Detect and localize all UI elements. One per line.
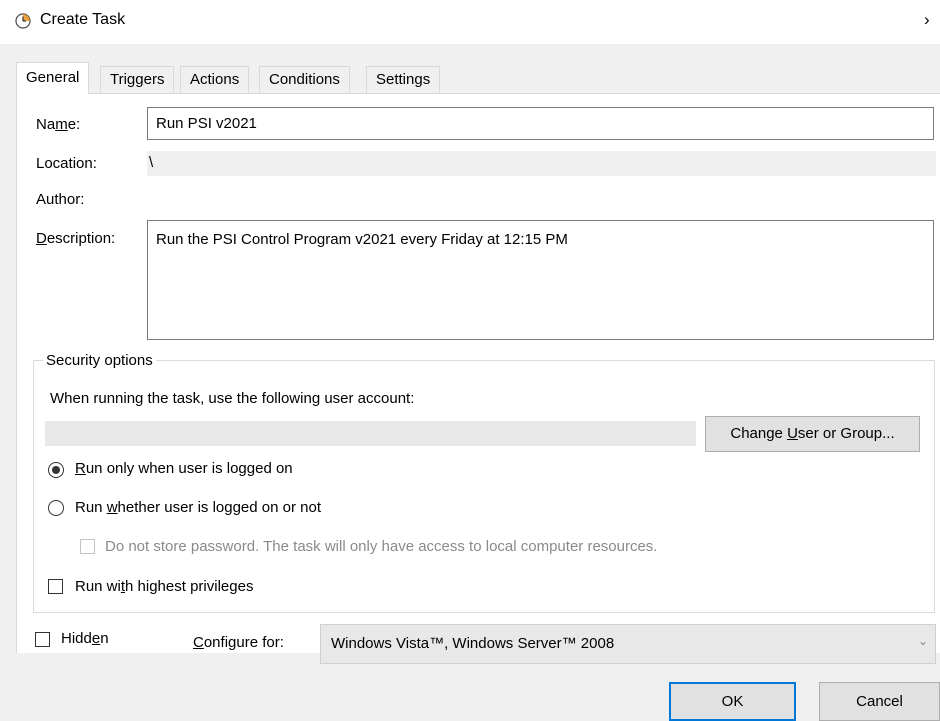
ok-button[interactable]: OK (669, 682, 796, 721)
description-field[interactable]: Run the PSI Control Program v2021 every … (147, 220, 934, 340)
tab-settings[interactable]: Settings (366, 66, 441, 93)
location-label: Location: (36, 155, 97, 172)
run-whether-logged-on-radio[interactable] (48, 500, 64, 516)
author-label: Author: (36, 191, 85, 208)
user-account-field (45, 421, 696, 446)
name-label: Name: (36, 116, 81, 133)
radio-selected-dot (52, 466, 60, 474)
account-prompt: When running the task, use the following… (50, 390, 415, 407)
configure-for-dropdown[interactable]: Windows Vista™, Windows Server™ 2008 (320, 624, 936, 664)
title-bar (0, 0, 940, 44)
configure-for-label: Configure for: (193, 634, 284, 651)
security-options-title: Security options (43, 352, 156, 369)
tab-actions[interactable]: Actions (180, 66, 250, 93)
description-label: Description: (36, 230, 116, 247)
hidden-checkbox[interactable] (35, 632, 50, 647)
run-with-highest-privileges-checkbox[interactable] (48, 579, 63, 594)
do-not-store-password-label: Do not store password. The task will onl… (105, 538, 658, 555)
chevron-down-icon: ⌄ (918, 634, 929, 648)
do-not-store-password-checkbox[interactable] (80, 539, 95, 554)
clock-icon (15, 13, 31, 29)
tab-conditions[interactable]: Conditions (259, 66, 350, 93)
run-with-highest-privileges-label: Run with highest privileges (75, 578, 254, 595)
location-value: \ (147, 151, 936, 176)
name-field[interactable]: Run PSI v2021 (147, 107, 934, 140)
tab-triggers[interactable]: Triggers (100, 66, 175, 93)
cancel-button[interactable]: Cancel (819, 682, 940, 721)
hidden-label: Hidden (61, 630, 109, 647)
change-user-or-group-button[interactable]: Change User or Group... (705, 416, 920, 452)
close-icon[interactable]: › (924, 10, 930, 30)
run-only-when-logged-on-radio[interactable] (48, 462, 64, 478)
tab-general[interactable]: General (16, 62, 90, 94)
window-title: Create Task (40, 11, 126, 28)
run-whether-logged-on-label: Run whether user is logged on or not (75, 499, 321, 516)
run-only-when-logged-on-label: Run only when user is logged on (75, 460, 293, 477)
